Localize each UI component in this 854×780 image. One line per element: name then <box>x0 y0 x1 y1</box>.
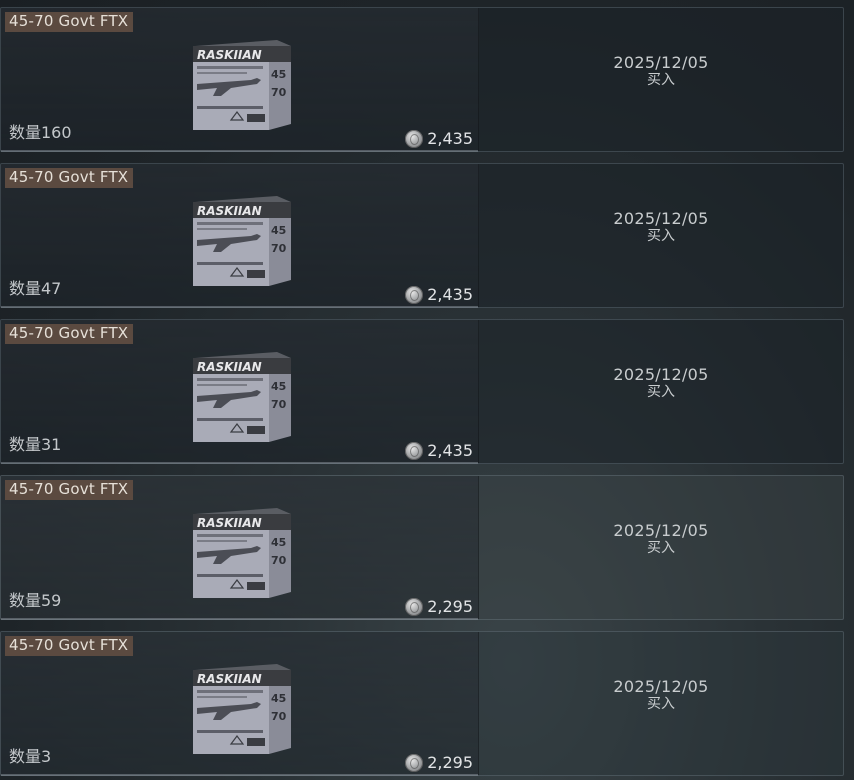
transaction-row[interactable]: 45-70 Govt FTX RASKIIAN 45 70 <box>0 163 844 308</box>
price-value: 2,435 <box>427 129 473 148</box>
item-name-label: 45-70 Govt FTX <box>5 324 134 344</box>
box-caliber-top: 45 <box>271 68 286 81</box>
box-brand-text: RASKIIAN <box>197 204 262 218</box>
box-caliber-top: 45 <box>271 536 286 549</box>
box-label-patch <box>247 114 265 122</box>
info-cell: 2025/12/05 买入 <box>479 164 843 307</box>
quantity-label: 数量160 <box>9 123 72 142</box>
quantity-label: 数量59 <box>9 591 62 610</box>
box-label-patch <box>247 582 265 590</box>
info-cell: 2025/12/05 买入 <box>479 8 843 151</box>
item-cell[interactable]: 45-70 Govt FTX RASKIIAN 45 70 <box>1 320 479 464</box>
item-cell[interactable]: 45-70 Govt FTX RASKIIAN 45 70 <box>1 164 479 308</box>
box-label-patch <box>247 738 265 746</box>
coin-icon <box>405 129 424 148</box>
coin-icon <box>405 753 424 772</box>
box-caliber-bottom: 70 <box>271 710 287 723</box>
transaction-row[interactable]: 45-70 Govt FTX RASKIIAN 45 70 <box>0 631 844 776</box>
box-text-line <box>197 418 263 421</box>
price-value: 2,295 <box>427 753 473 772</box>
box-text-line <box>197 66 263 69</box>
transaction-date: 2025/12/05 <box>613 208 709 228</box>
ammo-box-icon: RASKIIAN 45 70 <box>193 196 291 286</box>
ammo-box-icon: RASKIIAN 45 70 <box>193 664 291 754</box>
box-text-line <box>197 690 263 693</box>
box-brand-text: RASKIIAN <box>197 48 262 62</box>
item-cell[interactable]: 45-70 Govt FTX RASKIIAN 45 70 <box>1 8 479 152</box>
transaction-row[interactable]: 45-70 Govt FTX RASKIIAN 45 70 <box>0 319 844 464</box>
box-text-line <box>197 72 247 74</box>
price: 2,295 <box>405 597 473 616</box>
box-text-line <box>197 540 247 542</box>
box-text-line <box>197 534 263 537</box>
item-cell[interactable]: 45-70 Govt FTX RASKIIAN 45 70 <box>1 476 479 620</box>
box-text-line <box>197 574 263 577</box>
box-label-patch <box>247 426 265 434</box>
box-caliber-bottom: 70 <box>271 398 287 411</box>
coin-icon <box>405 441 424 460</box>
info-cell: 2025/12/05 买入 <box>479 632 843 775</box>
coin-icon <box>405 597 424 616</box>
price: 2,435 <box>405 441 473 460</box>
box-caliber-bottom: 70 <box>271 554 287 567</box>
box-text-line <box>197 228 247 230</box>
transaction-action: 买入 <box>647 227 675 244</box>
transaction-date: 2025/12/05 <box>613 520 709 540</box>
box-label-patch <box>247 270 265 278</box>
box-text-line <box>197 384 247 386</box>
box-text-line <box>197 262 263 265</box>
box-brand-text: RASKIIAN <box>197 672 262 686</box>
price-value: 2,435 <box>427 285 473 304</box>
transaction-date: 2025/12/05 <box>613 676 709 696</box>
box-text-line <box>197 696 247 698</box>
box-brand-text: RASKIIAN <box>197 516 262 530</box>
box-caliber-bottom: 70 <box>271 242 287 255</box>
box-caliber-top: 45 <box>271 380 286 393</box>
price: 2,295 <box>405 753 473 772</box>
box-brand-text: RASKIIAN <box>197 360 262 374</box>
coin-icon <box>405 285 424 304</box>
price-value: 2,295 <box>427 597 473 616</box>
transaction-action: 买入 <box>647 695 675 712</box>
ammo-box-icon: RASKIIAN 45 70 <box>193 508 291 598</box>
quantity-label: 数量47 <box>9 279 62 298</box>
transaction-date: 2025/12/05 <box>613 52 709 72</box>
box-text-line <box>197 730 263 733</box>
transaction-action: 买入 <box>647 71 675 88</box>
box-caliber-top: 45 <box>271 692 286 705</box>
item-name-label: 45-70 Govt FTX <box>5 636 134 656</box>
box-text-line <box>197 106 263 109</box>
transaction-action: 买入 <box>647 383 675 400</box>
box-caliber-bottom: 70 <box>271 86 287 99</box>
info-cell: 2025/12/05 买入 <box>479 476 843 619</box>
quantity-label: 数量3 <box>9 747 52 766</box>
transaction-date: 2025/12/05 <box>613 364 709 384</box>
box-text-line <box>197 378 263 381</box>
price-value: 2,435 <box>427 441 473 460</box>
ammo-box-icon: RASKIIAN 45 70 <box>193 352 291 442</box>
quantity-label: 数量31 <box>9 435 62 454</box>
price: 2,435 <box>405 285 473 304</box>
ammo-box-icon: RASKIIAN 45 70 <box>193 40 291 130</box>
item-name-label: 45-70 Govt FTX <box>5 168 134 188</box>
item-cell[interactable]: 45-70 Govt FTX RASKIIAN 45 70 <box>1 632 479 776</box>
info-cell: 2025/12/05 买入 <box>479 320 843 463</box>
transaction-row[interactable]: 45-70 Govt FTX RASKIIAN 45 70 <box>0 475 844 620</box>
transaction-row[interactable]: 45-70 Govt FTX RASKIIAN 45 70 <box>0 7 844 152</box>
box-caliber-top: 45 <box>271 224 286 237</box>
box-text-line <box>197 222 263 225</box>
price: 2,435 <box>405 129 473 148</box>
transaction-action: 买入 <box>647 539 675 556</box>
transaction-list: 45-70 Govt FTX RASKIIAN 45 70 数量160 2,43… <box>0 7 846 780</box>
item-name-label: 45-70 Govt FTX <box>5 480 134 500</box>
item-name-label: 45-70 Govt FTX <box>5 12 134 32</box>
